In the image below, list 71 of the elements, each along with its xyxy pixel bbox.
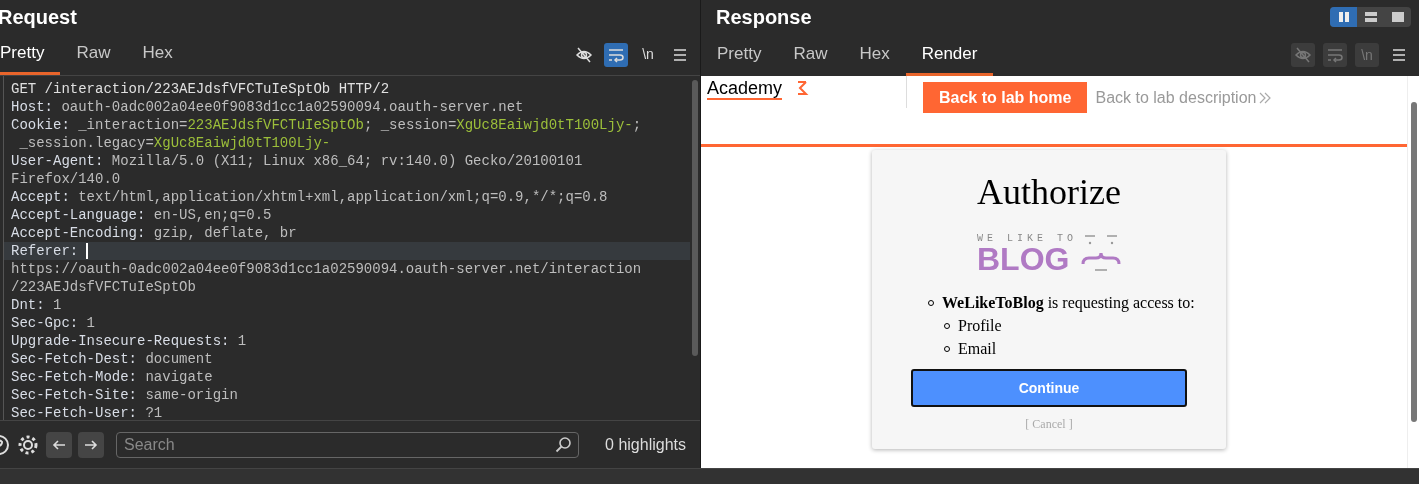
forward-button[interactable]: [78, 431, 104, 458]
panel-title: Response: [716, 5, 812, 30]
header-name: Accept-Encoding:: [11, 224, 146, 242]
header-name: Sec-Fetch-Dest:: [11, 350, 138, 368]
header-name: User-Agent:: [11, 152, 104, 170]
code-text: en-US,en;q=0.5: [152, 206, 272, 224]
header-name: Sec-Gpc:: [11, 314, 79, 332]
tab[interactable]: Raw: [777, 34, 844, 76]
layout-toggle-button[interactable]: [1330, 7, 1357, 27]
scrollbar-thumb[interactable]: [1410, 102, 1417, 422]
scrollbar-thumb[interactable]: [692, 80, 698, 356]
tab[interactable]: Raw: [60, 34, 127, 75]
code-text: 1: [85, 314, 96, 332]
eye-off-icon: [1294, 46, 1312, 64]
code-text: 1: [236, 332, 247, 350]
code-text: same-origin: [144, 386, 238, 404]
newline-toggle-button[interactable]: \n: [636, 42, 660, 67]
code-text: gzip, deflate, br: [152, 224, 297, 242]
cookie-value: XgUc8Eaiwjd0tT100Ljy-: [456, 116, 633, 134]
code-text: ; _session=: [363, 116, 457, 134]
scope-item: Profile: [958, 316, 1002, 336]
tab[interactable]: Hex: [126, 34, 189, 75]
double-chevron-icon: [1259, 90, 1272, 105]
header-name: Sec-Fetch-User:: [11, 404, 138, 420]
blog-logo-tagline: WE LIKE TO: [977, 234, 1077, 244]
rows-icon: [1364, 11, 1377, 23]
header-name: Accept:: [11, 188, 70, 206]
columns-icon: [1337, 11, 1350, 23]
header-name: Sec-Fetch-Mode:: [11, 368, 138, 386]
menu-icon: [1390, 46, 1408, 64]
tab[interactable]: Hex: [843, 34, 906, 76]
code-text: Mozilla/5.0 (X11; Linux x86_64; rv:140.0) Gecko/20100101: [110, 152, 583, 170]
card-title: Authorize: [977, 172, 1121, 212]
code-text: 1: [52, 296, 62, 314]
code-text: GET /interaction/223AEJdsfVFCTuIeSptOb HTTP/2: [11, 80, 390, 98]
header-name: Dnt:: [11, 296, 45, 314]
header-name: Referer:: [11, 242, 79, 260]
search-icon: [555, 436, 571, 453]
wrap-icon: [1326, 46, 1344, 64]
code-text: /223AEJdsfVFCTuIeSptOb: [11, 278, 196, 296]
cookie-value: 223AEJdsfVFCTuIeSptOb: [187, 116, 364, 134]
wrap-toggle-button[interactable]: [604, 42, 628, 67]
code-text: ?1: [144, 404, 163, 420]
blog-face-icon: [1081, 234, 1121, 272]
code-text: navigate: [144, 368, 213, 386]
back-button[interactable]: [46, 431, 72, 458]
code-text: oauth-0adc002a04ee0f9083d1cc1a02590094.oauth-server.net: [60, 98, 524, 116]
scope-item: Email: [958, 339, 997, 359]
code-text: _session.legacy=: [18, 134, 154, 152]
code-text: ;: [632, 116, 642, 134]
access-request-text: WeLikeToBlog is requesting access to:: [942, 293, 1195, 314]
highlights-count: 0 highlights: [605, 434, 686, 455]
code-text: Firefox/140.0: [11, 170, 121, 188]
tab[interactable]: Pretty: [701, 34, 778, 76]
blog-logo-text: BLOG: [977, 244, 1070, 274]
search-field[interactable]: Search: [116, 431, 579, 458]
square-icon: [1391, 11, 1404, 23]
code-text: text/html,application/xhtml+xml,application/xml;q=0.9,*/*;q=0.8: [77, 188, 608, 206]
logo-text: Academy: [707, 78, 783, 100]
cookie-value: XgUc8Eaiwjd0tT100Ljy-: [153, 134, 331, 152]
code-text: _interaction=: [77, 116, 188, 134]
code-text: document: [144, 350, 213, 368]
code-text: https://oauth-0adc002a04ee0f9083d1cc1a02590094.oauth-server.net/interaction: [11, 260, 642, 278]
tab[interactable]: Pretty: [0, 34, 61, 75]
header-name: Accept-Language:: [11, 206, 146, 224]
eye-off-icon: [575, 45, 593, 64]
panel-title: Request: [0, 5, 78, 30]
header-name: Host:: [11, 98, 53, 116]
header-name: Cookie:: [11, 116, 70, 134]
header-name: Sec-Fetch-Site:: [11, 386, 138, 404]
header-name: Upgrade-Insecure-Requests:: [11, 332, 230, 350]
